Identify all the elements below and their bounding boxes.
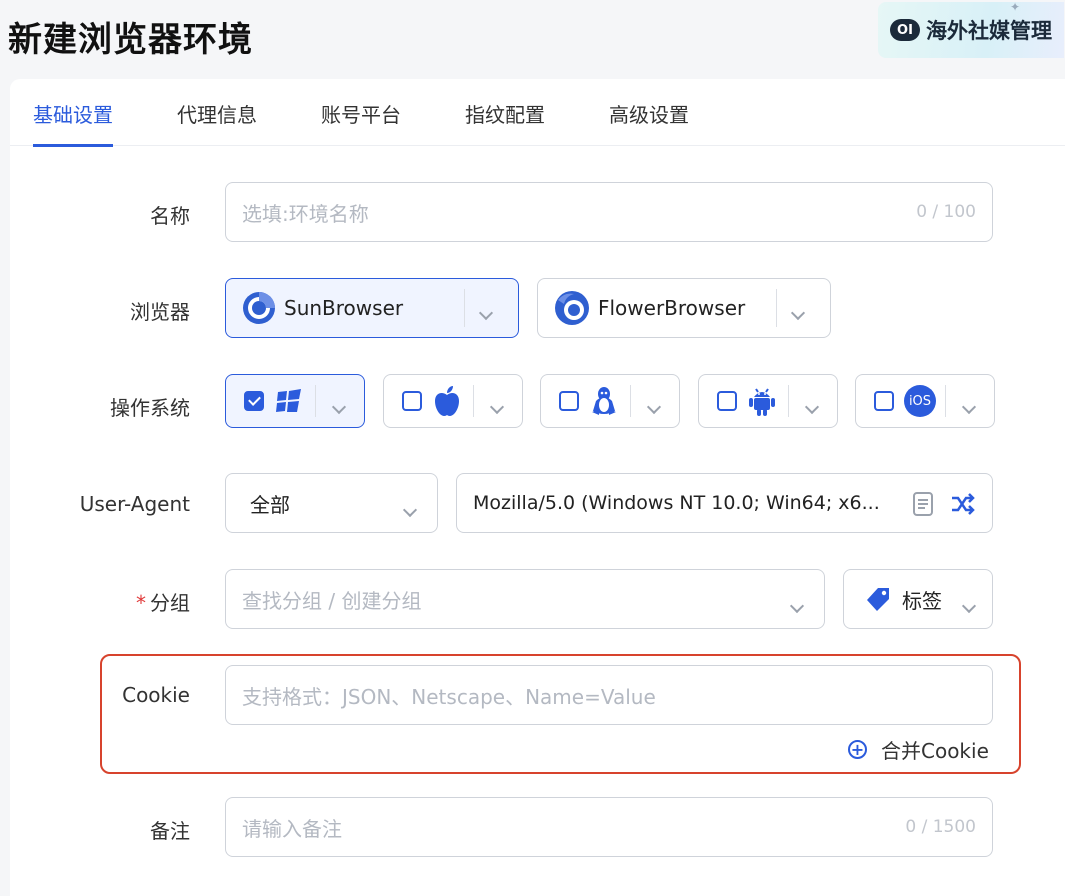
user-agent-filter-value: 全部 [250,492,290,517]
document-icon[interactable] [912,492,934,516]
divider [630,385,631,417]
tab-basic-settings[interactable]: 基础设置 [33,99,113,147]
user-agent-label: User-Agent [79,492,190,516]
group-placeholder: 查找分组 / 创建分组 [242,588,422,613]
apple-icon [435,386,459,416]
tab-advanced-settings[interactable]: 高级设置 [609,99,689,146]
chevron-down-icon[interactable] [961,393,977,417]
user-agent-value: Mozilla/5.0 (Windows NT 10.0; Win64; x6.… [473,492,880,514]
brand-logo-icon: OI [890,19,920,41]
browser-label: 浏览器 [130,300,190,324]
ios-icon: iOS [904,385,936,417]
linux-checkbox[interactable] [559,391,579,411]
chevron-down-icon[interactable] [478,299,494,323]
required-mark: * [136,591,146,615]
android-checkbox[interactable] [717,391,737,411]
os-option-windows[interactable] [225,374,365,428]
name-label: 名称 [150,204,190,228]
merge-cookie-label: 合并Cookie [881,739,989,763]
name-input[interactable]: 选填:环境名称 0 / 100 [225,182,993,242]
divider [788,385,789,417]
merge-cookie-button[interactable]: + 合并Cookie [848,735,989,764]
plus-circle-icon: + [848,740,867,759]
chevron-down-icon[interactable] [331,393,347,417]
mac-checkbox[interactable] [402,391,422,411]
cookie-placeholder: 支持格式：JSON、Netscape、Name=Value [242,684,656,709]
os-option-ios[interactable]: iOS [855,374,995,428]
divider [315,385,316,417]
remark-input[interactable]: 请输入备注 0 / 1500 [225,797,993,857]
linux-icon [592,387,616,415]
name-counter: 0 / 100 [916,202,976,222]
cookie-input[interactable]: 支持格式：JSON、Netscape、Name=Value [225,665,993,725]
tag-label: 标签 [902,588,942,613]
browser-option-sunbrowser[interactable]: SunBrowser [225,278,519,338]
windows-icon [276,389,301,412]
remark-placeholder: 请输入备注 [242,816,342,841]
browser-name-flowerbrowser: FlowerBrowser [598,296,746,320]
remark-counter: 0 / 1500 [905,817,976,837]
form-card: 基础设置 代理信息 账号平台 指纹配置 高级设置 名称 选填:环境名称 0 / … [10,79,1065,896]
user-agent-filter-select[interactable]: 全部 [225,473,438,533]
os-option-android[interactable] [698,374,838,428]
os-option-linux[interactable] [540,374,680,428]
chevron-down-icon [789,592,805,616]
group-label: * 分组 [70,587,190,616]
chevron-down-icon[interactable] [804,393,820,417]
remark-label: 备注 [150,819,190,843]
sparkle-icon: ✦ [1009,0,1020,14]
chrome-icon [243,292,275,324]
tab-account-platform[interactable]: 账号平台 [321,99,401,146]
tag-icon [867,588,889,611]
ios-checkbox[interactable] [874,391,894,411]
firefox-icon [555,291,589,325]
chevron-down-icon [402,496,418,520]
windows-checkbox[interactable] [244,391,264,411]
tab-fingerprint-config[interactable]: 指纹配置 [465,99,545,146]
chevron-down-icon[interactable] [646,393,662,417]
os-option-mac[interactable] [383,374,523,428]
brand-name: 海外社媒管理 [926,19,1052,43]
page-title: 新建浏览器环境 [8,20,253,60]
group-label-text: 分组 [150,591,190,615]
divider [464,289,465,327]
cookie-label: Cookie [122,683,190,707]
browser-name-sunbrowser: SunBrowser [284,296,404,320]
tag-select[interactable]: 标签 [843,569,993,629]
name-placeholder: 选填:环境名称 [242,201,369,226]
chevron-down-icon [961,592,977,616]
brand-badge[interactable]: OI 海外社媒管理 ✦ [878,0,1064,58]
user-agent-input[interactable]: Mozilla/5.0 (Windows NT 10.0; Win64; x6.… [456,473,993,533]
divider [776,289,777,327]
tab-proxy-info[interactable]: 代理信息 [177,99,257,146]
browser-option-flowerbrowser[interactable]: FlowerBrowser [537,278,831,338]
chevron-down-icon[interactable] [790,299,806,323]
tab-bar: 基础设置 代理信息 账号平台 指纹配置 高级设置 [10,79,1065,147]
group-select[interactable]: 查找分组 / 创建分组 [225,569,825,629]
chevron-down-icon[interactable] [489,393,505,417]
android-icon [749,388,775,416]
divider [473,385,474,417]
os-label: 操作系统 [110,396,190,420]
divider [945,385,946,417]
shuffle-icon[interactable] [950,492,976,516]
